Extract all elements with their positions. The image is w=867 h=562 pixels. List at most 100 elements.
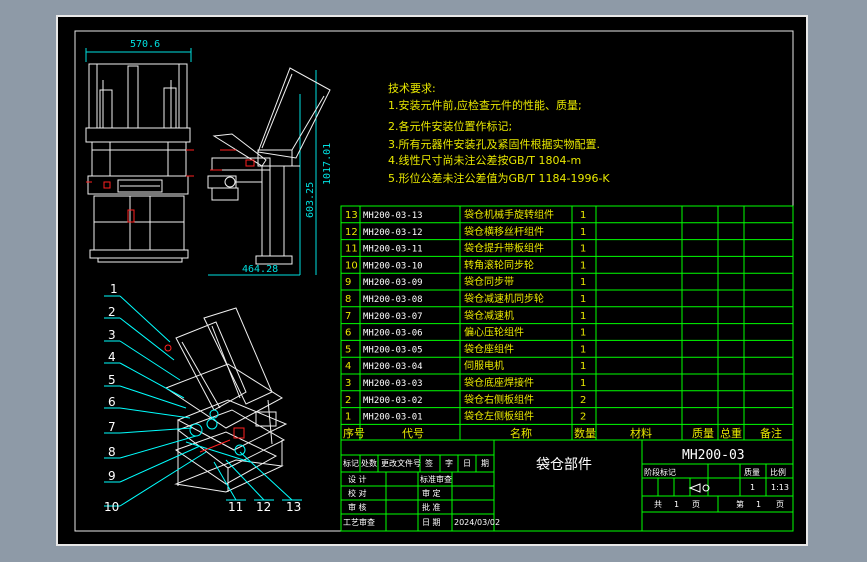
row-approve: 批 准 — [422, 502, 441, 512]
tech-requirements: 技术要求: 1.安装元件前,应检查元件的性能、质量; 2.各元件安装位置作标记;… — [388, 82, 610, 185]
cell-qty: 2 — [580, 395, 586, 406]
cell-name: 袋仓横移丝杆组件 — [464, 225, 544, 238]
cell-no: 4 — [345, 361, 351, 372]
cell-qty: 1 — [580, 311, 586, 322]
cell-qty: 1 — [580, 210, 586, 221]
cell-code: MH200-03-06 — [363, 329, 423, 339]
balloon-3: 3 — [108, 328, 116, 342]
sheet-page-label-2: 页 — [776, 500, 784, 509]
stage-label: 阶段标记 — [644, 467, 676, 477]
balloon-4: 4 — [108, 350, 116, 364]
cell-qty: 1 — [580, 328, 586, 339]
table-row: 7 MH200-03-07 袋仓减速机 1 — [345, 309, 586, 322]
cell-name: 袋仓左侧板组件 — [464, 410, 534, 423]
cell-code: MH200-03-08 — [363, 295, 423, 305]
header-code: 代号 — [402, 427, 424, 440]
table-row: 8 MH200-03-08 袋仓减速机同步轮 1 — [345, 292, 586, 305]
cell-name: 袋仓右侧板组件 — [464, 393, 534, 406]
sheet-no: 1 — [756, 500, 761, 509]
cad-drawing: 570.6 464.28 1017.01 603.25 1 2 3 4 5 6 … — [74, 30, 794, 532]
dim-bottom-width: 464.28 — [242, 264, 278, 275]
parts-table-header: 序号 代号 名称 数量 材料 质量 总重 备注 — [343, 426, 782, 440]
front-view — [85, 48, 192, 263]
table-row: 10 MH200-03-10 转角滚轮同步轮 1 — [345, 258, 586, 271]
balloon-10: 10 — [104, 500, 119, 514]
table-row: 4 MH200-03-04 伺服电机 1 — [345, 359, 586, 372]
header-unit-weight: 质量 — [692, 427, 714, 440]
table-row: 13 MH200-03-13 袋仓机械手旋转组件 1 — [345, 208, 586, 221]
side-view — [207, 67, 331, 276]
rev-col: 日 — [463, 459, 471, 468]
cell-code: MH200-03-03 — [363, 379, 423, 389]
sheet-total-label: 共 — [654, 500, 662, 509]
cell-no: 3 — [345, 378, 351, 389]
cell-name: 袋仓提升带板组件 — [464, 242, 544, 255]
cell-code: MH200-03-05 — [363, 345, 423, 355]
rev-col: 更改文件号 — [381, 458, 421, 468]
balloon-7: 7 — [108, 420, 116, 434]
rev-col: 标记 — [343, 458, 359, 468]
cell-qty: 1 — [580, 344, 586, 355]
drawing-name: 袋仓部件 — [536, 457, 592, 473]
cell-code: MH200-03-07 — [363, 312, 423, 322]
row-check: 校 对 — [348, 488, 367, 498]
cell-qty: 1 — [580, 294, 586, 305]
dim-top-width: 570.6 — [130, 39, 160, 50]
header-remark: 备注 — [760, 426, 782, 440]
cell-no: 8 — [345, 294, 351, 305]
cell-code: MH200-03-02 — [363, 396, 423, 406]
balloon-6: 6 — [108, 395, 116, 409]
weight-value: 1 — [750, 483, 755, 492]
cell-name: 袋仓底座焊接件 — [464, 376, 534, 389]
cell-no: 5 — [345, 344, 351, 355]
balloon-11: 11 — [228, 500, 243, 514]
header-name: 名称 — [510, 426, 532, 440]
cell-name: 偏心压轮组件 — [464, 326, 524, 339]
rev-col: 签 — [425, 458, 433, 468]
cell-code: MH200-03-12 — [363, 228, 423, 238]
row-date: 日 期 — [422, 518, 441, 527]
drawing-number: MH200-03 — [682, 448, 745, 463]
table-row: 12 MH200-03-12 袋仓横移丝杆组件 1 — [345, 225, 586, 238]
table-row: 2 MH200-03-02 袋仓右侧板组件 2 — [345, 393, 586, 406]
table-row: 9 MH200-03-09 袋仓同步带 1 — [345, 275, 586, 288]
table-row: 3 MH200-03-03 袋仓底座焊接件 1 — [345, 376, 586, 389]
cell-name: 袋仓减速机同步轮 — [464, 292, 544, 305]
dim-height-total: 1017.01 — [322, 143, 333, 185]
table-row: 5 MH200-03-05 袋仓座组件 1 — [345, 342, 586, 355]
balloon-13: 13 — [286, 500, 301, 514]
row-process: 工艺审查 — [343, 517, 375, 527]
cell-code: MH200-03-01 — [363, 413, 423, 423]
projection-symbol-icon — [688, 483, 710, 493]
cell-name: 袋仓座组件 — [464, 342, 514, 355]
cell-qty: 1 — [580, 260, 586, 271]
balloon-12: 12 — [256, 500, 271, 514]
cell-code: MH200-03-11 — [363, 245, 423, 255]
requirement-line: 4.线性尺寸尚未注公差按GB/T 1804-m — [388, 153, 581, 167]
row-design: 设 计 — [348, 474, 367, 484]
cell-name: 袋仓同步带 — [464, 275, 514, 288]
cell-code: MH200-03-13 — [363, 211, 423, 221]
requirement-line: 2.各元件安装位置作标记; — [388, 119, 512, 133]
cell-no: 6 — [345, 328, 351, 339]
cell-qty: 1 — [580, 244, 586, 255]
date-value: 2024/03/02 — [454, 518, 500, 527]
balloon-9: 9 — [108, 469, 116, 483]
cell-no: 9 — [345, 277, 351, 288]
cell-qty: 2 — [580, 412, 586, 423]
dim-height-side: 603.25 — [305, 182, 316, 218]
scale-value: 1:13 — [771, 483, 789, 492]
requirement-line: 1.安装元件前,应检查元件的性能、质量; — [388, 98, 582, 112]
rev-col: 处数 — [361, 458, 377, 468]
table-row: 1 MH200-03-01 袋仓左侧板组件 2 — [345, 410, 586, 423]
cell-no: 11 — [345, 244, 358, 255]
sheet-no-label: 第 — [736, 499, 744, 509]
balloon-1: 1 — [110, 282, 118, 296]
header-no: 序号 — [343, 426, 365, 440]
cell-code: MH200-03-10 — [363, 261, 423, 271]
cell-qty: 1 — [580, 378, 586, 389]
cell-name: 袋仓减速机 — [464, 309, 514, 322]
row-standard: 标准审查 — [420, 474, 452, 484]
cell-no: 12 — [345, 227, 358, 238]
sheet-page-label: 页 — [692, 500, 700, 509]
